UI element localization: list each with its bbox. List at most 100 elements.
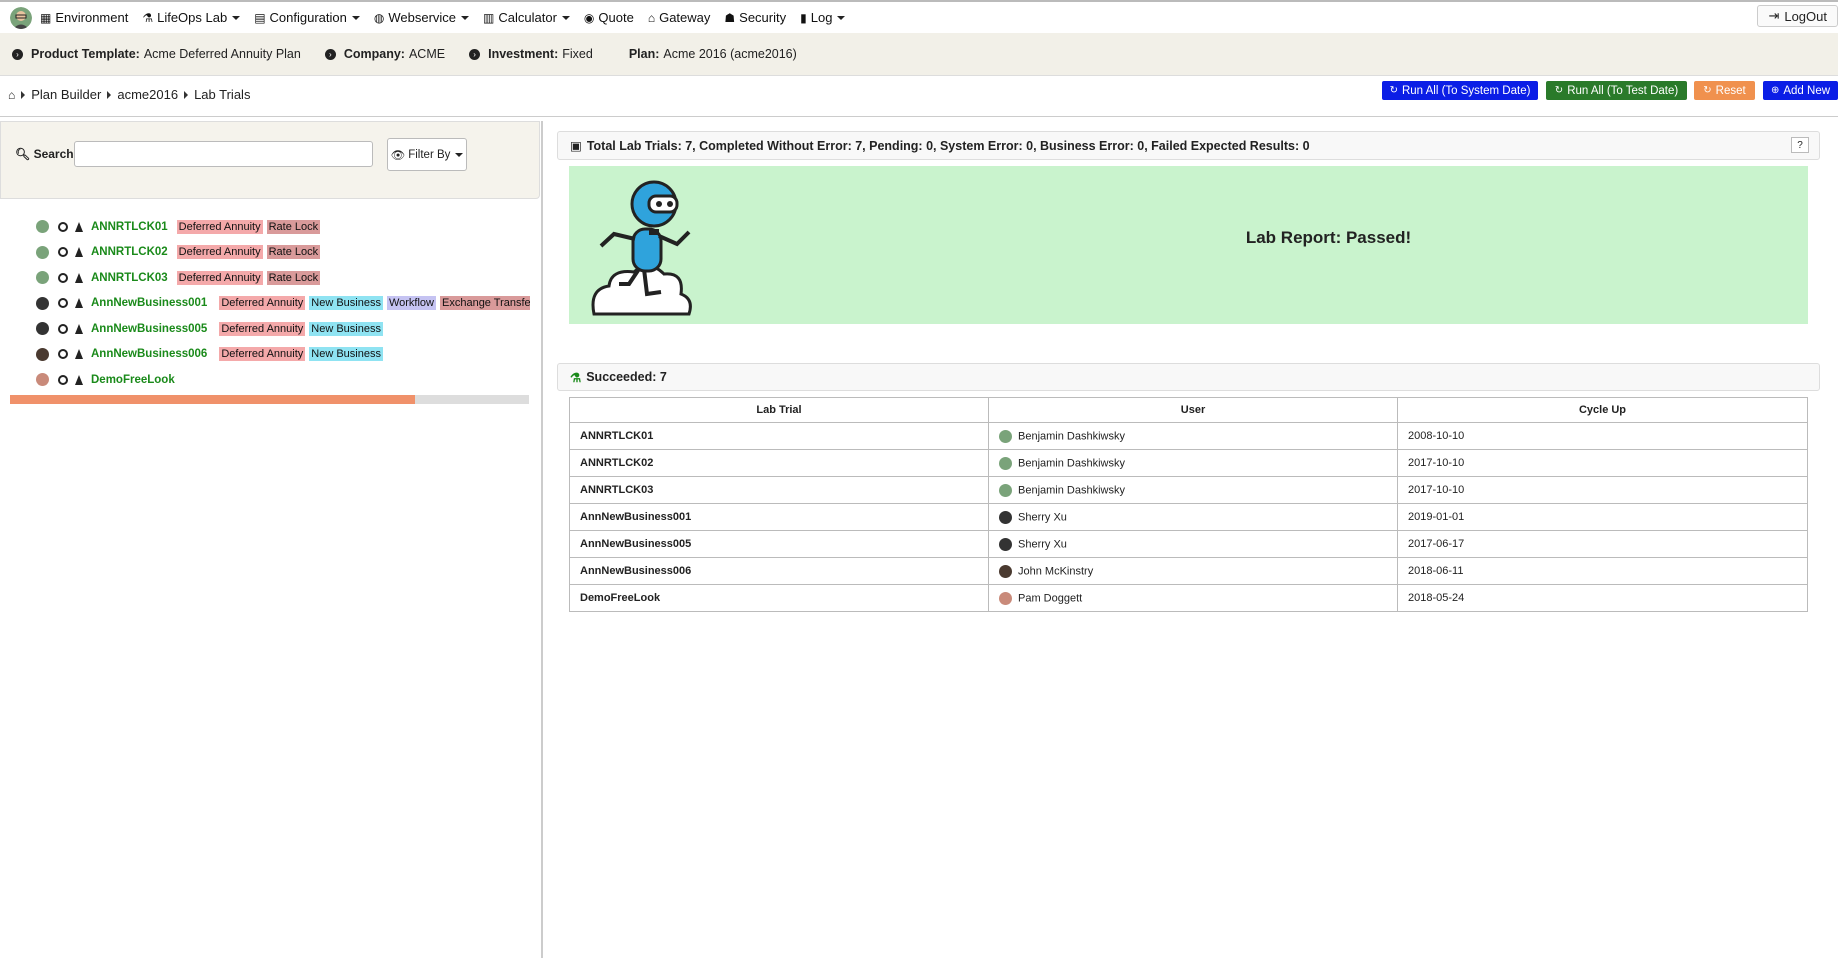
trial-tag: Exchange Transfer — [440, 296, 530, 311]
github-icon[interactable] — [58, 298, 68, 309]
flask-icon[interactable] — [75, 349, 83, 360]
top-nav: ▦ Environment ⚗ LifeOps Lab ▤ Configuration ◍ W… — [0, 0, 1838, 33]
cell-lab-trial[interactable]: DemoFreeLook — [569, 584, 989, 612]
nav-label: Webservice — [388, 10, 457, 25]
image-icon: ▣ — [570, 139, 582, 153]
trial-name-link[interactable]: AnnNewBusiness005 — [91, 323, 207, 335]
nav-webservice[interactable]: ◍ Webservice — [374, 10, 470, 25]
cell-user: Sherry Xu — [988, 503, 1398, 531]
cell-user: Sherry Xu — [988, 530, 1398, 558]
column-header-cycle-up[interactable]: Cycle Up — [1397, 397, 1808, 423]
search-label-text: Search: — [33, 147, 78, 161]
cell-lab-trial[interactable]: AnnNewBusiness005 — [569, 530, 989, 558]
flask-icon[interactable] — [75, 323, 83, 334]
breadcrumb-plan-builder[interactable]: Plan Builder — [31, 87, 101, 102]
github-icon[interactable] — [58, 272, 68, 283]
logout-button[interactable]: ⇥ LogOut — [1757, 5, 1838, 27]
trial-name-link[interactable]: AnnNewBusiness006 — [91, 348, 207, 360]
cell-lab-trial[interactable]: ANNRTLCK01 — [569, 422, 989, 450]
add-new-button[interactable]: ⊕ Add New — [1763, 81, 1838, 100]
nav-calculator[interactable]: ▥ Calculator — [483, 10, 570, 25]
lab-summary-bar: ▣ Total Lab Trials: 7, Completed Without… — [557, 131, 1820, 160]
column-header-user[interactable]: User — [988, 397, 1398, 423]
cell-lab-trial[interactable]: AnnNewBusiness006 — [569, 557, 989, 585]
table-row[interactable]: AnnNewBusiness005 Sherry Xu 2017-06-17 — [569, 530, 1808, 558]
arrow-circle-icon: › — [12, 48, 23, 60]
flask-icon[interactable] — [75, 247, 83, 258]
home-icon[interactable]: ⌂ — [8, 88, 15, 102]
breadcrumb-plan[interactable]: acme2016 — [117, 87, 178, 102]
filter-by-button[interactable]: 👁︎ Filter By — [387, 138, 467, 171]
product-template[interactable]: › Product Template: Acme Deferred Annuit… — [12, 47, 301, 61]
flask-icon[interactable] — [75, 374, 83, 385]
trial-list-item[interactable]: ANNRTLCK03 Deferred Annuity Rate Lock — [36, 265, 530, 291]
trial-name-link[interactable]: ANNRTLCK01 — [91, 221, 168, 233]
trial-tag: New Business — [309, 347, 383, 362]
nav-label: Configuration — [269, 10, 347, 25]
user-name: Pam Doggett — [1018, 591, 1083, 604]
run-all-system-date-button[interactable]: ↻ Run All (To System Date) — [1382, 81, 1538, 100]
crumb-separator — [107, 90, 112, 99]
trial-name-link[interactable]: DemoFreeLook — [91, 374, 175, 386]
trial-list-item[interactable]: ANNRTLCK02 Deferred Annuity Rate Lock — [36, 240, 530, 266]
trial-name-link[interactable]: AnnNewBusiness001 — [91, 297, 207, 309]
plan-label: Plan: — [628, 47, 660, 61]
trial-tag: Deferred Annuity — [219, 321, 306, 336]
trial-list-item[interactable]: ANNRTLCK01 Deferred Annuity Rate Lock — [36, 214, 530, 240]
users-icon: ☗ — [724, 10, 736, 25]
nav-environment[interactable]: ▦ Environment — [40, 10, 128, 25]
column-header-lab-trial[interactable]: Lab Trial — [569, 397, 989, 423]
github-icon[interactable] — [58, 349, 68, 360]
user-avatar — [36, 373, 49, 387]
help-button[interactable]: ? — [1791, 137, 1809, 153]
trial-tag: Deferred Annuity — [219, 296, 306, 311]
cell-lab-trial[interactable]: ANNRTLCK02 — [569, 449, 989, 477]
user-name: Sherry Xu — [1018, 510, 1067, 523]
table-row[interactable]: ANNRTLCK03 Benjamin Dashkiwsky 2017-10-10 — [569, 476, 1808, 504]
nav-label: Security — [739, 10, 787, 25]
run-all-test-date-button[interactable]: ↻ Run All (To Test Date) — [1546, 81, 1687, 100]
table-row[interactable]: ANNRTLCK02 Benjamin Dashkiwsky 2017-10-10 — [569, 449, 1808, 477]
table-row[interactable]: ANNRTLCK01 Benjamin Dashkiwsky 2008-10-10 — [569, 422, 1808, 450]
app-logo-avatar[interactable] — [10, 6, 32, 29]
trial-list-item[interactable]: AnnNewBusiness006 Deferred Annuity New Bus… — [36, 342, 530, 368]
cell-lab-trial[interactable]: AnnNewBusiness001 — [569, 503, 989, 531]
reset-button[interactable]: ↻ Reset — [1694, 81, 1755, 100]
nav-gateway[interactable]: ⌂ Gateway — [648, 10, 711, 25]
github-icon[interactable] — [58, 323, 68, 334]
flask-icon[interactable] — [75, 298, 83, 309]
table-row[interactable]: DemoFreeLook Pam Doggett 2018-05-24 — [569, 584, 1808, 612]
trial-name-link[interactable]: ANNRTLCK03 — [91, 272, 168, 284]
table-row[interactable]: AnnNewBusiness006 John McKinstry 2018-06-1… — [569, 557, 1808, 585]
cell-cycle-up: 2018-06-11 — [1397, 557, 1808, 585]
github-icon[interactable] — [58, 221, 68, 232]
nav-security[interactable]: ☗ Security — [724, 10, 786, 25]
plan[interactable]: Plan: Acme 2016 (acme2016) — [629, 47, 797, 61]
filter-by-label: Filter By — [408, 148, 451, 161]
search-input[interactable] — [74, 141, 373, 167]
trial-list-item[interactable]: DemoFreeLook — [36, 367, 530, 393]
succeeded-text: Succeeded: 7 — [586, 370, 667, 384]
company[interactable]: › Company: ACME — [324, 47, 445, 61]
table-row[interactable]: AnnNewBusiness001 Sherry Xu 2019-01-01 — [569, 503, 1808, 531]
user-avatar — [36, 322, 49, 336]
lab-summary-text: Total Lab Trials: 7, Completed Without E… — [586, 138, 1310, 153]
nav-log[interactable]: ▮ Log — [800, 10, 846, 25]
company-label: Company: — [343, 47, 405, 61]
crumb-separator — [21, 90, 26, 99]
trial-name-link[interactable]: ANNRTLCK02 — [91, 246, 168, 258]
flask-icon[interactable] — [75, 221, 83, 232]
github-icon[interactable] — [58, 374, 68, 385]
book-icon: ▮ — [800, 10, 807, 25]
nav-lifeops-lab[interactable]: ⚗ LifeOps Lab — [142, 10, 241, 25]
trial-list-item[interactable]: AnnNewBusiness001 Deferred Annuity New Bus… — [36, 291, 530, 317]
trial-list-item[interactable]: AnnNewBusiness005 Deferred Annuity New Bus… — [36, 316, 530, 342]
cell-lab-trial[interactable]: ANNRTLCK03 — [569, 476, 989, 504]
nav-quote[interactable]: ◉ Quote — [584, 10, 634, 25]
chevron-down-icon — [351, 15, 360, 20]
user-avatar — [36, 296, 49, 310]
nav-configuration[interactable]: ▤ Configuration — [254, 10, 360, 25]
github-icon[interactable] — [58, 247, 68, 258]
flask-icon[interactable] — [75, 272, 83, 283]
investment[interactable]: › Investment: Fixed — [469, 47, 593, 61]
